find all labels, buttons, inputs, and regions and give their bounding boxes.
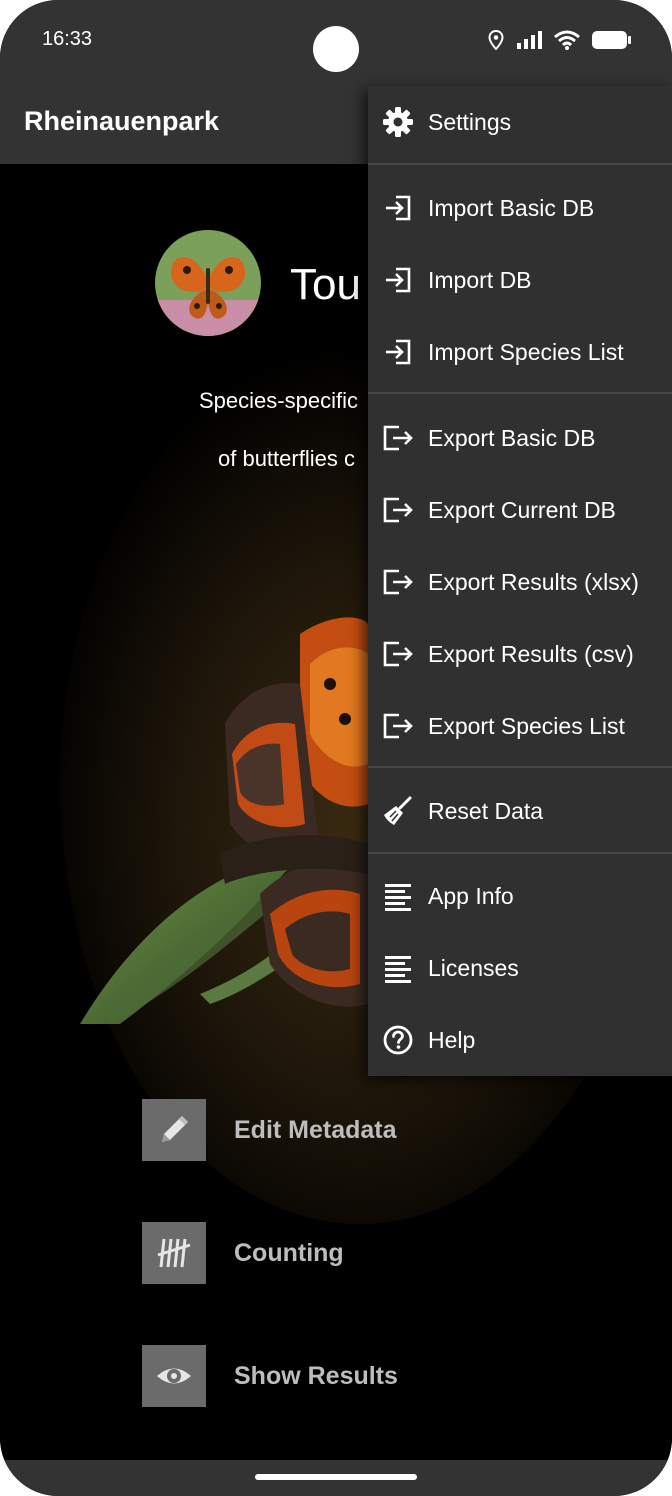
- wifi-icon: [554, 30, 580, 50]
- export-icon: [368, 478, 428, 542]
- import-icon: [368, 248, 428, 312]
- menu-item-import-species-list[interactable]: Import Species List: [368, 320, 672, 384]
- phone-screen: 16:33 Rheinauenpark Tou Species-specific…: [0, 0, 672, 1496]
- text-lines-icon: [368, 936, 428, 1000]
- help-circle-icon: [368, 1008, 428, 1072]
- app-subtitle-line-1: Species-specific: [199, 388, 358, 413]
- menu-item-import-db[interactable]: Import DB: [368, 248, 672, 312]
- edit-metadata-button[interactable]: Edit Metadata: [142, 1099, 397, 1161]
- home-indicator[interactable]: [255, 1474, 417, 1480]
- menu-item-import-species-list-label: Import Species List: [428, 338, 624, 365]
- menu-item-import-basic-db[interactable]: Import Basic DB: [368, 176, 672, 240]
- menu-item-licenses-label: Licenses: [428, 954, 519, 981]
- status-bar: 16:33: [0, 0, 672, 80]
- menu-item-export-basic-db-label: Export Basic DB: [428, 424, 596, 451]
- counting-button[interactable]: Counting: [142, 1222, 344, 1284]
- menu-divider: [368, 852, 672, 854]
- tally-icon: [142, 1222, 206, 1284]
- counting-label: Counting: [234, 1238, 344, 1267]
- export-icon: [368, 622, 428, 686]
- menu-item-export-species-list-label: Export Species List: [428, 712, 625, 739]
- front-camera: [313, 26, 359, 72]
- show-results-button[interactable]: Show Results: [142, 1345, 398, 1407]
- gear-icon: [368, 90, 428, 154]
- menu-item-licenses[interactable]: Licenses: [368, 936, 672, 1000]
- import-icon: [368, 176, 428, 240]
- menu-item-export-results-xlsx[interactable]: Export Results (xlsx): [368, 550, 672, 614]
- menu-divider: [368, 392, 672, 394]
- menu-item-help-label: Help: [428, 1026, 476, 1053]
- menu-item-export-results-csv-label: Export Results (csv): [428, 640, 634, 667]
- show-results-label: Show Results: [234, 1361, 398, 1390]
- eye-icon: [142, 1345, 206, 1407]
- navigation-bar: [0, 1460, 672, 1496]
- menu-divider: [368, 766, 672, 768]
- menu-item-import-db-label: Import DB: [428, 266, 532, 293]
- overflow-menu: Settings Import Basic DB Import DB Impor…: [368, 86, 672, 1076]
- export-icon: [368, 550, 428, 614]
- menu-item-reset-data[interactable]: Reset Data: [368, 779, 672, 843]
- menu-item-export-results-csv[interactable]: Export Results (csv): [368, 622, 672, 686]
- menu-item-export-results-xlsx-label: Export Results (xlsx): [428, 568, 639, 595]
- signal-icon: [517, 31, 542, 49]
- menu-item-import-basic-db-label: Import Basic DB: [428, 194, 595, 221]
- broom-icon: [368, 779, 428, 843]
- menu-item-settings[interactable]: Settings: [368, 90, 672, 154]
- menu-divider: [368, 163, 672, 165]
- menu-item-export-current-db-label: Export Current DB: [428, 496, 616, 523]
- menu-item-help[interactable]: Help: [368, 1008, 672, 1072]
- menu-item-export-species-list[interactable]: Export Species List: [368, 694, 672, 758]
- location-icon: [488, 30, 504, 50]
- battery-icon: [592, 31, 631, 49]
- menu-item-app-info[interactable]: App Info: [368, 864, 672, 928]
- menu-item-settings-label: Settings: [428, 108, 512, 135]
- pencil-icon: [142, 1099, 206, 1161]
- app-bar-title: Rheinauenpark: [24, 106, 220, 136]
- menu-item-export-basic-db[interactable]: Export Basic DB: [368, 406, 672, 470]
- export-icon: [368, 406, 428, 470]
- menu-item-export-current-db[interactable]: Export Current DB: [368, 478, 672, 542]
- app-logo: [155, 230, 261, 336]
- menu-item-app-info-label: App Info: [428, 882, 514, 909]
- import-icon: [368, 320, 428, 384]
- status-time: 16:33: [42, 28, 93, 50]
- status-icons: [488, 26, 632, 54]
- edit-metadata-label: Edit Metadata: [234, 1115, 397, 1144]
- text-lines-icon: [368, 864, 428, 928]
- app-subtitle-line-2: of butterflies c: [218, 446, 355, 471]
- app-name-heading: Tou: [290, 260, 361, 309]
- menu-item-reset-data-label: Reset Data: [428, 797, 544, 824]
- export-icon: [368, 694, 428, 758]
